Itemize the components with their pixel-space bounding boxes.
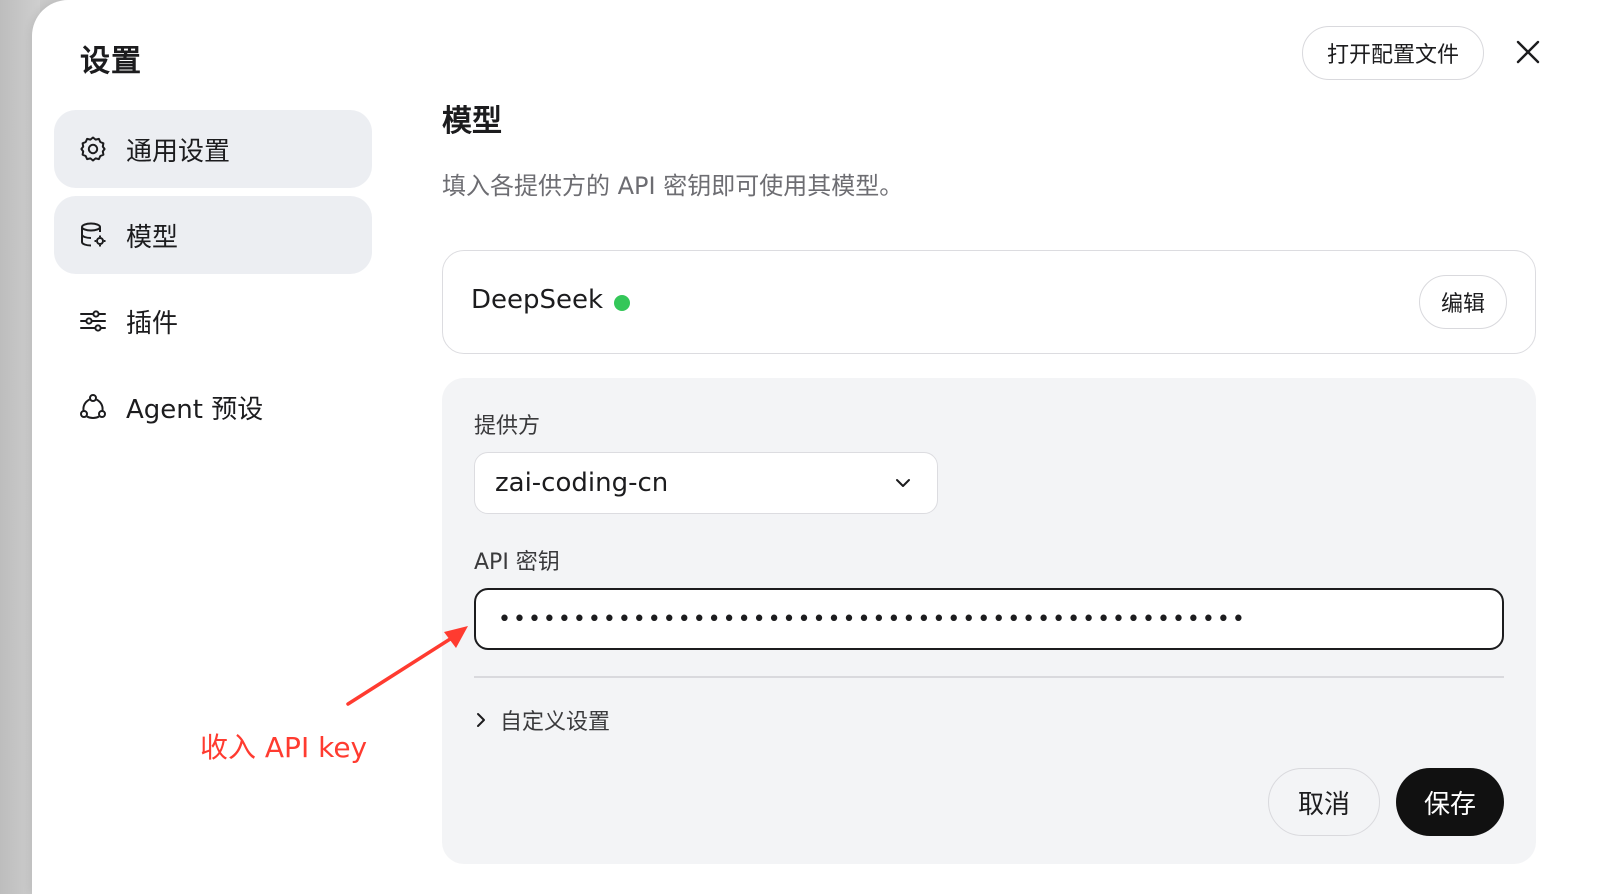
- save-button[interactable]: 保存: [1396, 768, 1504, 836]
- dialog-title: 设置: [80, 44, 142, 79]
- provider-select-value: zai-coding-cn: [495, 468, 669, 498]
- custom-settings-label: 自定义设置: [500, 710, 611, 735]
- annotation-text: 收入 API key: [200, 731, 368, 764]
- section-description: 填入各提供方的 API 密钥即可使用其模型。: [442, 172, 904, 200]
- provider-card: DeepSeek 编辑: [442, 250, 1536, 354]
- annotation-arrow: [346, 626, 468, 706]
- section-title: 模型: [442, 104, 502, 139]
- sidebar-item-general[interactable]: 通用设置: [54, 110, 372, 188]
- sidebar-item-plugins[interactable]: 插件: [54, 282, 372, 360]
- edit-button[interactable]: 编辑: [1419, 275, 1507, 329]
- custom-settings-toggle[interactable]: 自定义设置: [472, 704, 610, 736]
- chevron-down-icon: [896, 479, 910, 487]
- sidebar-item-label: Agent 预设: [126, 394, 264, 425]
- sidebar-item-label: 通用设置: [126, 136, 231, 167]
- sidebar-item-label: 模型: [126, 222, 179, 253]
- api-key-input[interactable]: ••••••••••••••••••••••••••••••••••••••••…: [474, 588, 1504, 650]
- provider-name: DeepSeek: [471, 285, 604, 315]
- sidebar-item-agent-presets[interactable]: Agent 预设: [54, 368, 372, 446]
- database-gear-icon: [78, 220, 108, 250]
- divider: [474, 676, 1504, 678]
- status-dot: [614, 295, 630, 311]
- provider-field-label: 提供方: [474, 414, 541, 439]
- api-key-field-label: API 密钥: [474, 550, 560, 575]
- sidebar-item-label: 插件: [126, 308, 179, 339]
- provider-select[interactable]: zai-coding-cn: [474, 452, 938, 514]
- open-config-file-button[interactable]: 打开配置文件: [1302, 26, 1484, 80]
- sliders-icon: [78, 306, 108, 336]
- sidebar: 通用设置 模型 插件 Agent 预设: [54, 110, 372, 454]
- close-icon: [1516, 40, 1540, 64]
- sidebar-item-models[interactable]: 模型: [54, 196, 372, 274]
- close-button[interactable]: [1510, 34, 1546, 70]
- provider-form-panel: 提供方 zai-coding-cn API 密钥 •••••••••••••••…: [442, 378, 1536, 864]
- cancel-button[interactable]: 取消: [1268, 768, 1380, 836]
- agent-network-icon: [78, 392, 108, 422]
- gear-icon: [78, 134, 108, 164]
